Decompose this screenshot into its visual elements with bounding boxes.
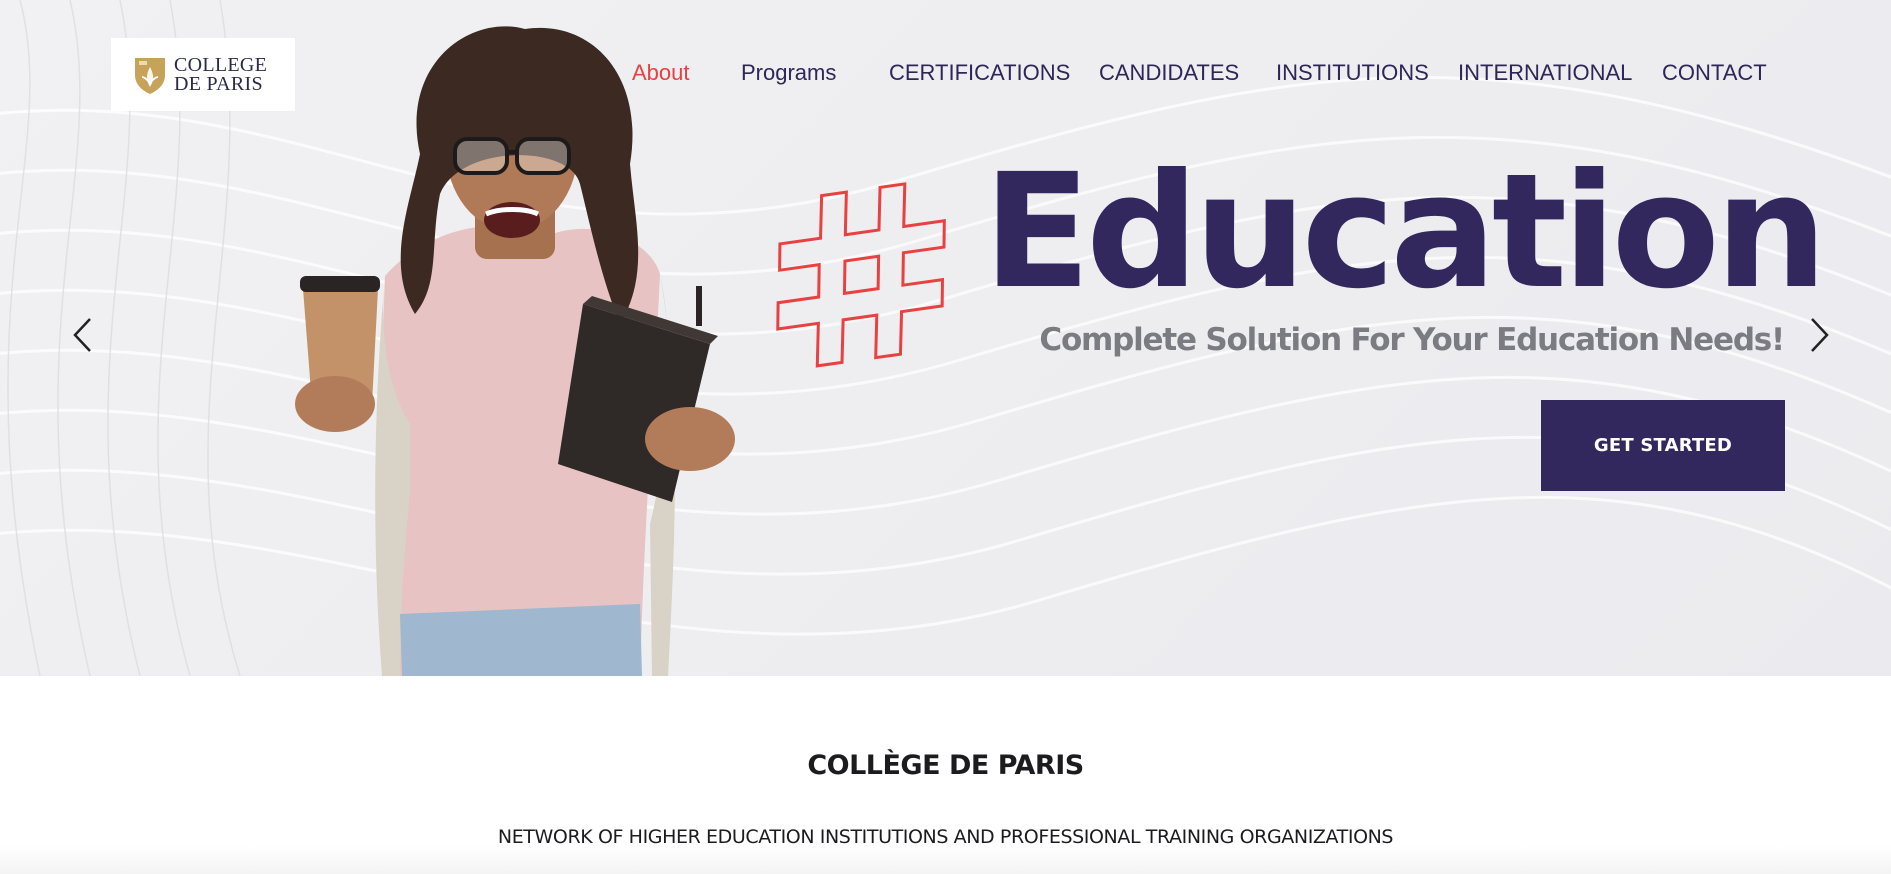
hashtag-icon	[776, 182, 946, 368]
get-started-button[interactable]: GET STARTED	[1541, 400, 1785, 491]
chevron-left-icon[interactable]	[70, 316, 96, 354]
nav-item-candidates[interactable]: CANDIDATES	[1099, 60, 1239, 86]
section-divider-fade	[0, 846, 1891, 874]
nav-item-certifications[interactable]: CERTIFICATIONS	[889, 60, 1070, 86]
intro-subtitle: NETWORK OF HIGHER EDUCATION INSTITUTIONS…	[497, 826, 1394, 848]
student-photo	[295, 26, 735, 676]
nav-item-institutions[interactable]: INSTITUTIONS	[1276, 60, 1429, 86]
chevron-right-icon[interactable]	[1806, 316, 1832, 354]
nav-item-international[interactable]: INTERNATIONAL	[1458, 60, 1632, 86]
hero-subline: Complete Solution For Your Education Nee…	[1039, 322, 1785, 358]
main-navigation: About Programs CERTIFICATIONS CANDIDATES…	[0, 60, 1891, 90]
intro-title: COLLÈGE DE PARIS	[807, 750, 1084, 781]
hero-headline: Education	[983, 140, 1828, 324]
nav-item-contact[interactable]: CONTACT	[1662, 60, 1767, 86]
hero-slider: COLLEGE DE PARIS About Programs CERTIFIC…	[0, 0, 1891, 676]
